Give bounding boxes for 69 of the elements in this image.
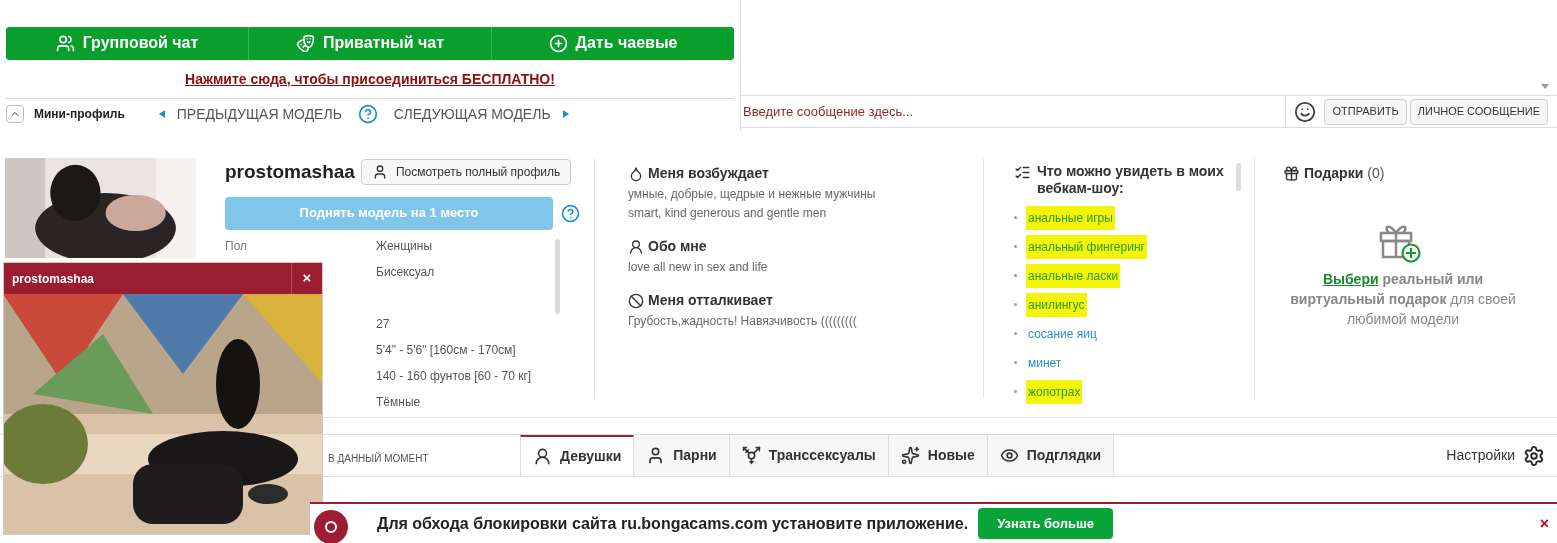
right-arrow-icon bbox=[562, 110, 569, 119]
category-tab[interactable]: Девушки bbox=[520, 435, 635, 476]
checklist-icon bbox=[1014, 164, 1031, 181]
shows-title: Что можно увидеть в моих вебкам-шоу: bbox=[1037, 163, 1225, 197]
close-button[interactable]: × bbox=[1539, 511, 1549, 536]
sparkles-icon bbox=[900, 446, 920, 465]
full-profile-button[interactable]: Посмотреть полный профиль bbox=[360, 159, 572, 186]
field-value: 5'4" - 5'6" [160см - 170см] bbox=[376, 341, 516, 359]
section-title: Меня отталкивает bbox=[648, 291, 773, 310]
online-caption: В ДАННЫЙ МОМЕНТ bbox=[328, 453, 429, 464]
next-model-link[interactable]: СЛЕДУЮЩАЯ МОДЕЛЬ bbox=[393, 103, 551, 125]
banner-text: Для обхода блокировки сайта ru.bongacams.com установите приложение. bbox=[377, 513, 969, 534]
field-value: 140 - 160 фунтов [60 - 70 кг] bbox=[376, 367, 532, 385]
section-text: умные, добрые, щедрые и нежные мужчины bbox=[628, 186, 877, 203]
transgender-icon bbox=[741, 446, 761, 465]
gift-icon bbox=[1283, 165, 1300, 182]
settings-link[interactable]: Настройки bbox=[1446, 445, 1515, 466]
bullet-icon bbox=[1014, 303, 1017, 306]
person-icon bbox=[628, 238, 644, 255]
previous-model-link[interactable]: ПРЕДЫДУЩАЯ МОДЕЛЬ bbox=[176, 103, 342, 125]
field-value: Женщины bbox=[376, 237, 433, 255]
field-label: Пол bbox=[225, 238, 248, 253]
left-arrow-icon bbox=[158, 110, 165, 119]
scroll-down-icon bbox=[1541, 84, 1549, 89]
prohibited-icon bbox=[628, 292, 644, 309]
bullet-icon bbox=[1014, 332, 1017, 335]
category-tab[interactable]: Подглядки bbox=[987, 435, 1115, 476]
bullet-icon bbox=[1014, 361, 1017, 364]
show-tag-link[interactable]: минет bbox=[1026, 350, 1064, 375]
mask-icon bbox=[295, 33, 315, 53]
help-icon[interactable] bbox=[357, 104, 378, 125]
bullet-icon bbox=[1014, 216, 1017, 219]
bullet-icon bbox=[1014, 390, 1017, 393]
category-tab[interactable]: Новые bbox=[888, 435, 988, 476]
join-link[interactable]: Нажмите сюда, чтобы присоединиться БЕСПЛАТНО! bbox=[185, 68, 555, 90]
gift-prompt: Выбери реальный или виртуальный подарок для своей любимой модели bbox=[1289, 270, 1517, 329]
section-text: Грубость,жадность! Навязчивость ((((((((( bbox=[628, 313, 858, 330]
users-icon bbox=[55, 33, 75, 53]
section-title: Меня возбуждает bbox=[648, 164, 769, 183]
section-title: Обо мне bbox=[648, 237, 707, 256]
bullet-icon bbox=[1014, 245, 1017, 248]
help-icon[interactable] bbox=[561, 203, 580, 223]
section-text: smart, kind generous and gentle men bbox=[628, 205, 828, 222]
plus-circle-icon bbox=[548, 33, 568, 53]
choose-gift-link[interactable]: Выбери bbox=[1322, 271, 1379, 287]
show-tag-link[interactable]: сосание яиц bbox=[1026, 321, 1099, 346]
mini-profile-label: Мини-профиль bbox=[34, 106, 125, 124]
eye-icon bbox=[999, 446, 1019, 465]
field-value: Бисексуал bbox=[376, 263, 435, 281]
gifts-title: Подарки bbox=[1304, 164, 1364, 183]
field-value: Тёмные bbox=[376, 393, 421, 411]
person-icon bbox=[533, 447, 552, 466]
popup-title: prostomashaa bbox=[11, 270, 96, 288]
droplet-icon bbox=[628, 165, 644, 182]
gifts-count: (0) bbox=[1367, 164, 1385, 183]
category-tab[interactable]: Парни bbox=[634, 435, 730, 476]
bullet-icon bbox=[1014, 274, 1017, 277]
private-message-button[interactable]: ЛИЧНОЕ СООБЩЕНИЕ bbox=[1409, 98, 1548, 125]
section-text: love all new in sex and life bbox=[628, 259, 769, 276]
category-tab[interactable]: Транссексуалы bbox=[729, 435, 889, 476]
message-input[interactable]: Введите сообщение здесь... bbox=[741, 96, 1287, 127]
settings-icon[interactable] bbox=[1523, 444, 1545, 467]
model-name: prostomashaa bbox=[225, 160, 355, 184]
chat-mode-button[interactable]: Дать чаевые bbox=[491, 27, 734, 60]
field-value: 27 bbox=[376, 315, 390, 333]
smiley-icon[interactable] bbox=[1294, 100, 1317, 123]
collapse-button[interactable] bbox=[6, 105, 24, 124]
send-button[interactable]: ОТПРАВИТЬ bbox=[1324, 98, 1407, 125]
scrollbar bbox=[1236, 163, 1241, 191]
